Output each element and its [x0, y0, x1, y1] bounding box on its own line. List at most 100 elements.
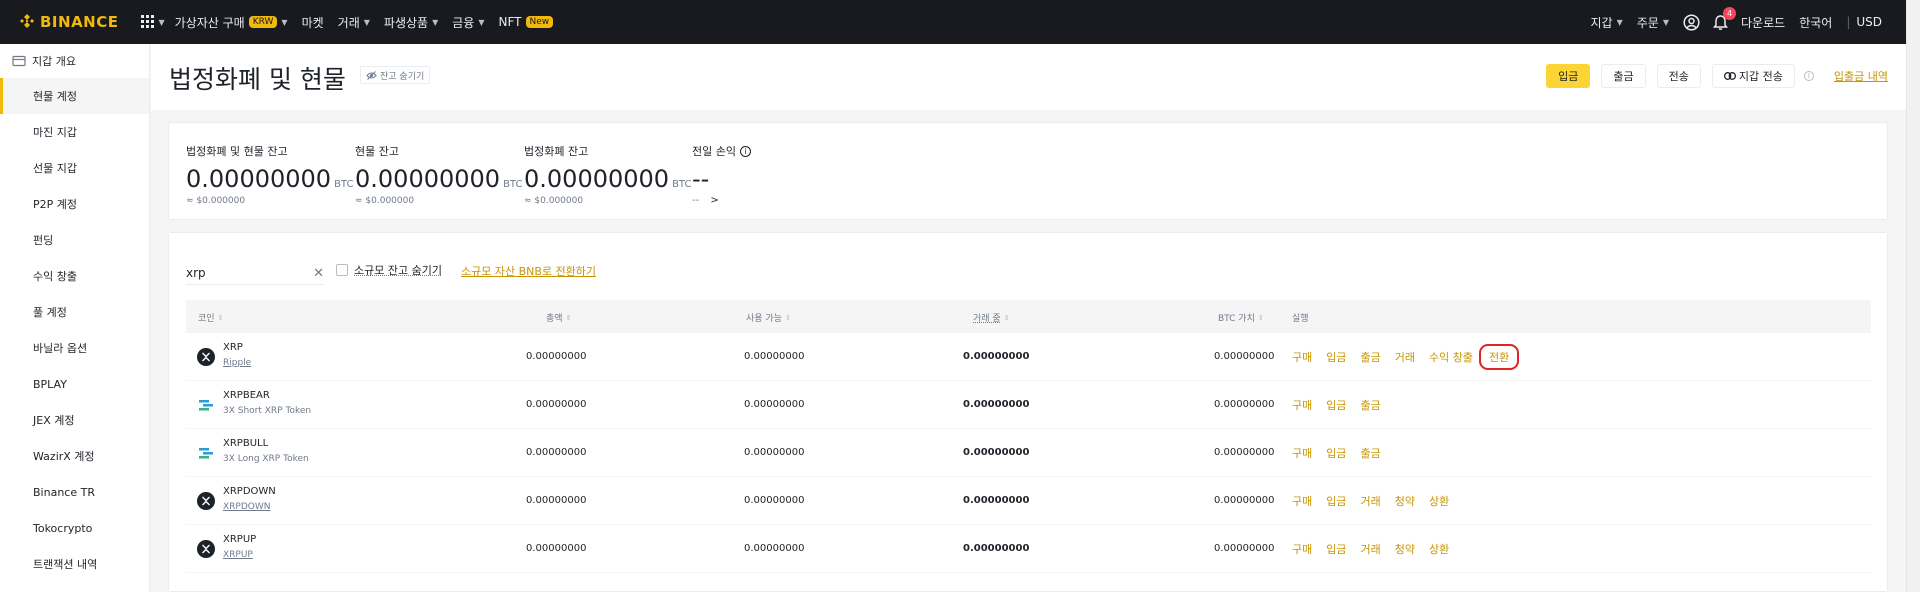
trade-action[interactable]: 거래	[1361, 541, 1381, 557]
hide-balance-button[interactable]: 잔고 숨기기	[360, 66, 431, 84]
nav-currency[interactable]: | USD	[1846, 15, 1882, 29]
hide-small-checkbox[interactable]	[336, 264, 348, 276]
table-row: XRP Ripple 0.00000000 0.00000000 0.00000…	[186, 333, 1871, 381]
buy-action[interactable]: 구매	[1292, 445, 1312, 461]
withdraw-button[interactable]: 출금	[1601, 64, 1646, 88]
total-balance-unit: BTC	[334, 179, 354, 190]
sidebar: 지갑 개요 현물 계정 마진 지갑 선물 지갑 P2P 계정 펀딩 수익 창출 …	[0, 44, 150, 592]
buy-action[interactable]: 구매	[1292, 541, 1312, 557]
spot-balance: 현물 잔고 0.00000000 BTC ≈ $0.000000	[355, 143, 522, 206]
sidebar-item-tokocrypto[interactable]: Tokocrypto	[0, 510, 149, 546]
coin-name[interactable]: XRPUP	[223, 550, 253, 560]
hide-small-balances-toggle[interactable]: 소규모 잔고 숨기기	[336, 262, 442, 278]
coin-search-input[interactable]	[186, 263, 306, 283]
nav-item-derivatives[interactable]: 파생상품 ▼	[384, 14, 438, 31]
deposit-button[interactable]: 입금	[1546, 64, 1591, 88]
deposit-action[interactable]: 입금	[1326, 397, 1346, 413]
withdraw-action[interactable]: 출금	[1361, 349, 1381, 365]
nav-orders[interactable]: 주문 ▼	[1637, 14, 1669, 31]
coin-name[interactable]: XRPDOWN	[223, 502, 271, 512]
nav-item-buy-crypto[interactable]: 가상자산 구매 KRW ▼	[175, 14, 288, 31]
btc-value-cell: 0.00000000	[1214, 351, 1275, 362]
deposit-action[interactable]: 입금	[1326, 445, 1346, 461]
redeem-action[interactable]: 상환	[1429, 541, 1449, 557]
notifications-button[interactable]: 4	[1712, 6, 1737, 31]
transfer-button[interactable]: 전송	[1656, 64, 1701, 88]
deposit-action[interactable]: 입금	[1326, 493, 1346, 509]
nav-item-nft[interactable]: NFT New	[499, 15, 554, 29]
sidebar-item-p2p[interactable]: P2P 계정	[0, 186, 149, 222]
convert-to-bnb-link[interactable]: 소규모 자산 BNB로 전환하기	[461, 263, 596, 279]
withdraw-action[interactable]: 출금	[1361, 397, 1381, 413]
profile-button[interactable]	[1683, 13, 1700, 31]
deposit-action[interactable]: 입금	[1326, 541, 1346, 557]
chevron-right-icon: >	[710, 195, 719, 206]
sidebar-item-label: 마진 지갑	[33, 126, 77, 139]
buy-action[interactable]: 구매	[1292, 493, 1312, 509]
daily-pnl-label: 전일 손익	[692, 145, 736, 158]
coin-name[interactable]: Ripple	[223, 358, 251, 368]
sidebar-item-vanilla-options[interactable]: 바닐라 옵션	[0, 330, 149, 366]
row-actions: 구매 입금 출금	[1292, 393, 1395, 417]
daily-pnl-value: --	[692, 165, 710, 193]
column-header-total[interactable]: 총액 ⇕	[546, 311, 571, 325]
subscribe-action[interactable]: 청약	[1395, 541, 1415, 557]
nav-wallet[interactable]: 지갑 ▼	[1591, 14, 1623, 31]
column-header-btc-value[interactable]: BTC 가치 ⇕	[1218, 311, 1264, 325]
withdraw-action[interactable]: 출금	[1361, 445, 1381, 461]
redeem-action[interactable]: 상환	[1429, 493, 1449, 509]
available-cell: 0.00000000	[744, 495, 805, 506]
total-cell: 0.00000000	[526, 399, 587, 410]
binance-logo-icon	[20, 14, 34, 28]
sidebar-item-funding[interactable]: 펀딩	[0, 222, 149, 258]
sidebar-item-pool[interactable]: 풀 계정	[0, 294, 149, 330]
spot-balance-fiat: ≈ $0.000000	[355, 196, 415, 206]
buy-action[interactable]: 구매	[1292, 349, 1312, 365]
close-icon[interactable]: ✕	[313, 266, 324, 281]
spot-balance-value: 0.00000000	[355, 165, 501, 193]
earn-action[interactable]: 수익 창출	[1429, 349, 1473, 365]
in-order-cell: 0.00000000	[963, 399, 1030, 410]
sidebar-item-label: 지갑 개요	[32, 55, 76, 68]
column-header-coin[interactable]: 코인 ⇕	[198, 311, 223, 325]
nav-download[interactable]: 다운로드	[1741, 14, 1785, 31]
info-icon[interactable]: i	[739, 145, 751, 157]
sidebar-item-transaction-history[interactable]: 트랜잭션 내역	[0, 546, 149, 582]
nav-orders-label: 주문	[1636, 15, 1659, 30]
column-header-in-order[interactable]: 거래 중 ⇕	[973, 311, 1010, 325]
available-cell: 0.00000000	[744, 543, 805, 554]
daily-pnl-label-row: 전일 손익 i	[692, 143, 751, 159]
binance-logo[interactable]: BINANCE	[18, 13, 119, 31]
nav-item-markets[interactable]: 마켓	[302, 14, 324, 31]
sidebar-item-bplay[interactable]: BPLAY	[0, 366, 149, 402]
sidebar-item-earn[interactable]: 수익 창출	[0, 258, 149, 294]
table-row: XRPUP XRPUP 0.00000000 0.00000000 0.0000…	[186, 525, 1871, 573]
convert-action[interactable]: 전환	[1478, 344, 1520, 370]
wallet-transfer-button[interactable]: 지갑 전송	[1711, 64, 1795, 88]
sidebar-item-wallet-overview[interactable]: 지갑 개요	[0, 44, 149, 78]
trade-action[interactable]: 거래	[1395, 349, 1415, 365]
total-cell: 0.00000000	[526, 543, 587, 554]
nav-item-trade[interactable]: 거래 ▼	[338, 14, 370, 31]
scrollbar[interactable]	[1906, 0, 1920, 592]
nav-language[interactable]: 한국어	[1799, 14, 1832, 31]
nav-item-finance[interactable]: 금융 ▼	[452, 14, 484, 31]
sidebar-item-margin[interactable]: 마진 지갑	[0, 114, 149, 150]
info-icon[interactable]: i	[1803, 71, 1814, 81]
subscribe-action[interactable]: 청약	[1395, 493, 1415, 509]
nav-item-label: 금융	[452, 15, 475, 30]
deposit-history-link[interactable]: 입출금 내역	[1834, 68, 1888, 84]
trade-action[interactable]: 거래	[1361, 493, 1381, 509]
sidebar-item-jex[interactable]: JEX 계정	[0, 402, 149, 438]
hide-small-label: 소규모 잔고 숨기기	[354, 264, 442, 277]
sidebar-item-spot[interactable]: 현물 계정	[0, 78, 149, 114]
sidebar-item-binance-tr[interactable]: Binance TR	[0, 474, 149, 510]
buy-action[interactable]: 구매	[1292, 397, 1312, 413]
link-icon	[1723, 72, 1736, 80]
apps-menu[interactable]: ▼	[140, 15, 165, 29]
sidebar-item-wazirx[interactable]: WazirX 계정	[0, 438, 149, 474]
deposit-action[interactable]: 입금	[1326, 349, 1346, 365]
column-header-available[interactable]: 사용 가능 ⇕	[746, 311, 791, 325]
sidebar-item-futures[interactable]: 선물 지갑	[0, 150, 149, 186]
daily-pnl-sub-row[interactable]: -- >	[692, 195, 751, 206]
